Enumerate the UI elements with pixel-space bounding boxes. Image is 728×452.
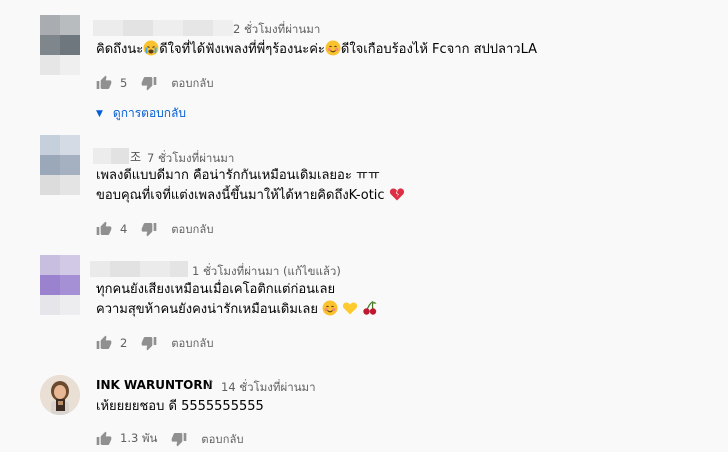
- avatar[interactable]: [40, 135, 80, 195]
- author-name-redacted[interactable]: [93, 20, 233, 36]
- comment-text-part: ความสุขห้าคนยังคงน่ารักเหมือนเดิมเลย: [96, 302, 318, 317]
- comment-text-part: ขอบคุณที่เจที่แต่งเพลงนี้ขึ้นมาให้ได้หาย…: [96, 188, 385, 203]
- smiling-face-emoji: [325, 40, 341, 56]
- reply-button[interactable]: ตอบกลับ: [171, 74, 213, 92]
- avatar-photo: [40, 375, 80, 415]
- view-replies-label: ดูการตอบกลับ: [112, 106, 187, 120]
- thumb-down-icon[interactable]: [171, 431, 187, 447]
- comment-line-2: ความสุขห้าคนยังคงน่ารักเหมือนเดิมเลย: [96, 300, 378, 320]
- caret-down-icon: ▼: [96, 108, 103, 119]
- thumb-up-icon[interactable]: [96, 431, 112, 447]
- thumb-up-icon[interactable]: [96, 335, 112, 351]
- reply-button[interactable]: ตอบกลับ: [171, 220, 213, 238]
- cherries-emoji: [363, 300, 377, 315]
- author-name-redacted[interactable]: [93, 148, 129, 164]
- comment-text-part: ดีใจเกือบร้องไห้ Fcจาก สปปลาวLA: [340, 42, 538, 57]
- author-name[interactable]: 조: [130, 148, 141, 165]
- comment-line-1: เพลงดีแบบดีมาก คือน่ารักกันเหมือนเดิมเลย…: [96, 168, 380, 183]
- smiling-face-emoji: [322, 300, 338, 316]
- music-note-icon: ♪: [206, 377, 214, 391]
- comment-thread-3: 1 ชั่วโมงที่ผ่านมา (แก้ไขแล้ว) ทุกคนยังเ…: [0, 250, 728, 360]
- avatar[interactable]: [40, 375, 80, 415]
- comment-actions: 5 ตอบกลับ: [96, 74, 214, 92]
- thumb-down-icon[interactable]: [141, 75, 157, 91]
- like-count: 1.3 พัน: [120, 431, 158, 445]
- avatar[interactable]: [40, 255, 80, 315]
- comment-actions: 4 ตอบกลับ: [96, 220, 214, 238]
- comment-thread-2: 조 7 ชั่วโมงที่ผ่านมา เพลงดีแบบดีมาก คือน…: [0, 130, 728, 250]
- yellow-heart-emoji: [343, 302, 358, 315]
- reply-button[interactable]: ตอบกลับ: [201, 430, 243, 448]
- comment-timestamp[interactable]: 2 ชั่วโมงที่ผ่านมา: [233, 21, 320, 39]
- comment-timestamp[interactable]: 1 ชั่วโมงที่ผ่านมา (แก้ไขแล้ว): [192, 263, 341, 281]
- comment-line-1: เห้ยยยยชอบ ดี 5555555555: [96, 399, 264, 414]
- reply-button[interactable]: ตอบกลับ: [171, 334, 213, 352]
- view-replies-button[interactable]: ▼ ดูการตอบกลับ: [96, 104, 186, 123]
- like-count: 5: [120, 76, 128, 90]
- crying-face-emoji: [143, 40, 159, 56]
- comment-line-2: ขอบคุณที่เจที่แต่งเพลงนี้ขึ้นมาให้ได้หาย…: [96, 186, 405, 206]
- comment-thread-4: INK WARUNTORN ♪ 14 ชั่วโมงที่ผ่านมา เห้ย…: [0, 360, 728, 452]
- like-count: 2: [120, 336, 128, 350]
- comment-actions: 1.3 พัน ตอบกลับ: [96, 430, 244, 448]
- author-name[interactable]: INK WARUNTORN: [96, 378, 213, 392]
- comment-text: เห้ยยยยชอบ ดี 5555555555: [96, 397, 264, 417]
- comment-thread-1: 2 ชั่วโมงที่ผ่านมา คิดถึงนะ ดีใจที่ได้ฟัง…: [0, 0, 728, 125]
- thumb-down-icon[interactable]: [141, 335, 157, 351]
- comment-line-1: ทุกคนยังเสียงเหมือนเมื่อเคโอติกแต่ก่อนเล…: [96, 282, 336, 297]
- like-count: 4: [120, 222, 128, 236]
- comment-text-part: ดีใจที่ได้ฟังเพลงที่พี่ๆร้องนะค่ะ: [159, 42, 325, 57]
- comment-actions: 2 ตอบกลับ: [96, 334, 214, 352]
- comment-timestamp[interactable]: 14 ชั่วโมงที่ผ่านมา: [221, 379, 316, 397]
- broken-heart-emoji: [389, 188, 404, 201]
- comment-text: คิดถึงนะ ดีใจที่ได้ฟังเพลงที่พี่ๆร้องนะค่…: [96, 40, 537, 60]
- thumb-up-icon[interactable]: [96, 75, 112, 91]
- thumb-up-icon[interactable]: [96, 221, 112, 237]
- comment-text-part: คิดถึงนะ: [96, 42, 144, 57]
- comment-text: ทุกคนยังเสียงเหมือนเมื่อเคโอติกแต่ก่อนเล…: [96, 280, 378, 320]
- thumb-down-icon[interactable]: [141, 221, 157, 237]
- avatar[interactable]: [40, 15, 80, 75]
- comment-text: เพลงดีแบบดีมาก คือน่ารักกันเหมือนเดิมเลย…: [96, 166, 405, 206]
- author-name-redacted[interactable]: [90, 261, 188, 277]
